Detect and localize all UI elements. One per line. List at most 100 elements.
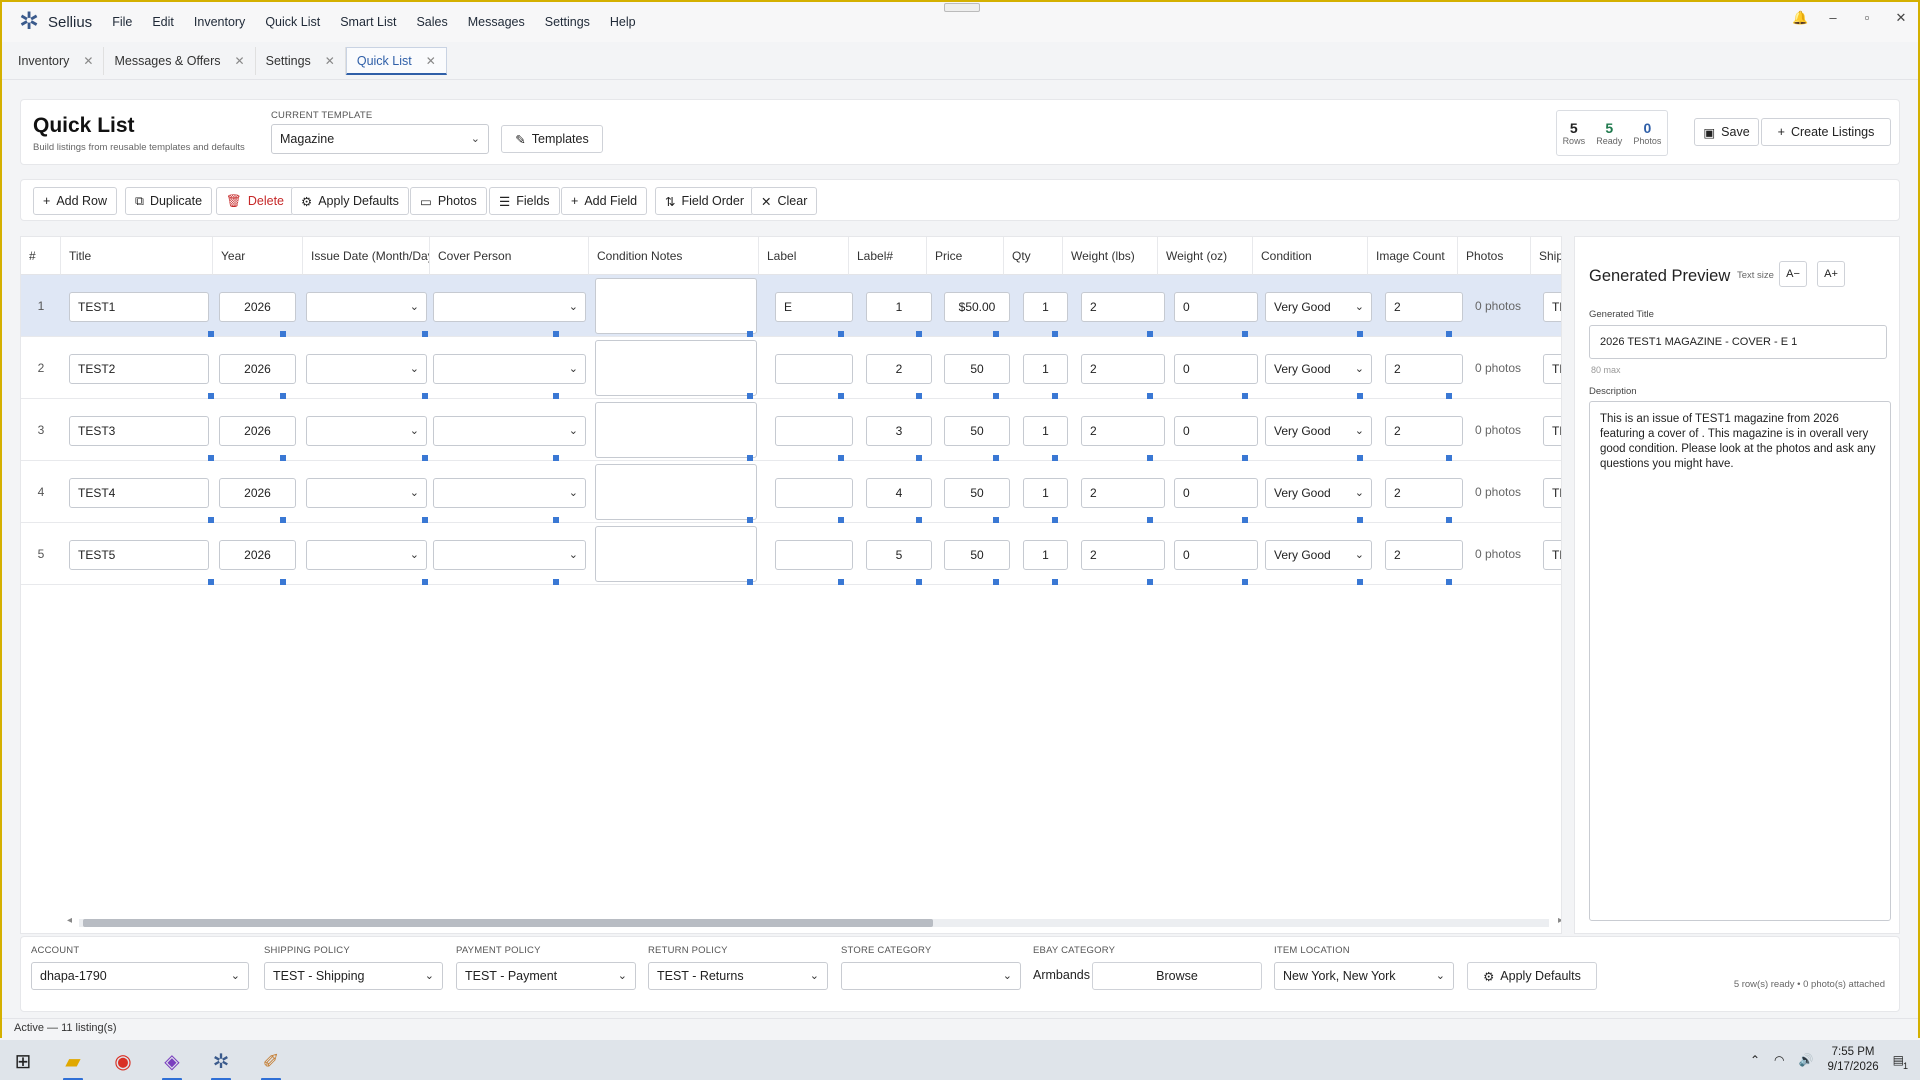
delete-button[interactable]: 🗑 Delete: [216, 187, 295, 215]
issue-date-select[interactable]: ⌄: [306, 292, 427, 322]
sellius-taskbar-icon[interactable]: ✲: [206, 1046, 236, 1080]
menu-inventory[interactable]: Inventory: [184, 15, 255, 29]
menu-file[interactable]: File: [102, 15, 142, 29]
resize-handle[interactable]: [838, 579, 844, 585]
label-input[interactable]: E: [775, 292, 853, 322]
notification-icon[interactable]: ▤ 1: [1893, 1053, 1908, 1071]
label-input[interactable]: [775, 478, 853, 508]
chevron-up-icon[interactable]: ⌃: [1750, 1053, 1760, 1067]
close-icon[interactable]: ✕: [235, 54, 245, 68]
price-input[interactable]: 50: [944, 540, 1010, 570]
resize-handle[interactable]: [747, 579, 753, 585]
menu-help[interactable]: Help: [600, 15, 646, 29]
minimize-icon[interactable]: –: [1826, 10, 1840, 26]
label-number-input[interactable]: 5: [866, 540, 932, 570]
year-input[interactable]: 2026: [219, 354, 296, 384]
fields-button[interactable]: ☰ Fields: [489, 187, 560, 215]
column-header-price[interactable]: Price: [927, 237, 1004, 275]
scroll-right-icon[interactable]: ▸: [1558, 915, 1561, 926]
condition-select[interactable]: Very Good ⌄: [1265, 354, 1372, 384]
shipping-input[interactable]: TEST - Shipping: [1543, 354, 1561, 384]
close-icon[interactable]: ✕: [83, 54, 93, 68]
resize-handle[interactable]: [208, 579, 214, 585]
weight-lbs-input[interactable]: 2: [1081, 354, 1165, 384]
cover-person-select[interactable]: ⌄: [433, 292, 586, 322]
scroll-thumb[interactable]: [83, 919, 933, 927]
shipping-input[interactable]: TEST - Shipping: [1543, 540, 1561, 570]
weight-oz-input[interactable]: 0: [1174, 478, 1258, 508]
photos-button[interactable]: ▭ Photos: [410, 187, 487, 215]
year-input[interactable]: 2026: [219, 292, 296, 322]
qty-input[interactable]: 1: [1023, 354, 1068, 384]
templates-button[interactable]: ✎ Templates: [501, 125, 603, 153]
label-input[interactable]: [775, 354, 853, 384]
table-row[interactable]: 3 TEST3 2026 ⌄ ⌄ 3 50 1 2 0 Very Good ⌄ 2 0 photos TES…: [21, 399, 1561, 461]
shipping-input[interactable]: TEST - Shipping: [1543, 416, 1561, 446]
create-listings-button[interactable]: + Create Listings: [1761, 118, 1891, 146]
title-input[interactable]: TEST5: [69, 540, 209, 570]
year-input[interactable]: 2026: [219, 416, 296, 446]
file-explorer-icon[interactable]: ▰: [58, 1046, 88, 1080]
issue-date-select[interactable]: ⌄: [306, 478, 427, 508]
shipping-policy-select[interactable]: TEST - Shipping ⌄: [264, 962, 443, 990]
tab-settings[interactable]: Settings ✕: [256, 47, 346, 75]
cover-person-select[interactable]: ⌄: [433, 354, 586, 384]
resize-handle[interactable]: [553, 579, 559, 585]
label-number-input[interactable]: 2: [866, 354, 932, 384]
label-input[interactable]: [775, 540, 853, 570]
label-number-input[interactable]: 3: [866, 416, 932, 446]
label-number-input[interactable]: 4: [866, 478, 932, 508]
clock[interactable]: 7:55 PM 9/17/2026: [1827, 1045, 1878, 1075]
maximize-icon[interactable]: ▫: [1860, 10, 1874, 26]
duplicate-button[interactable]: ⧉ Duplicate: [125, 187, 213, 215]
account-select[interactable]: dhapa-1790 ⌄: [31, 962, 249, 990]
weight-oz-input[interactable]: 0: [1174, 292, 1258, 322]
qty-input[interactable]: 1: [1023, 478, 1068, 508]
weight-oz-input[interactable]: 0: [1174, 540, 1258, 570]
column-header-year[interactable]: Year: [213, 237, 303, 275]
resize-handle[interactable]: [1242, 579, 1248, 585]
year-input[interactable]: 2026: [219, 478, 296, 508]
weight-oz-input[interactable]: 0: [1174, 416, 1258, 446]
issue-date-select[interactable]: ⌄: [306, 540, 427, 570]
decrease-text-size-button[interactable]: A−: [1779, 261, 1807, 287]
item-location-select[interactable]: New York, New York ⌄: [1274, 962, 1454, 990]
table-row[interactable]: 1 TEST1 2026 ⌄ ⌄ E 1 $50.00 1 2 0 Very Good ⌄ 2 0 phot…: [21, 275, 1561, 337]
resize-handle[interactable]: [993, 579, 999, 585]
menu-sales[interactable]: Sales: [406, 15, 457, 29]
label-number-input[interactable]: 1: [866, 292, 932, 322]
qty-input[interactable]: 1: [1023, 540, 1068, 570]
condition-notes-input[interactable]: [595, 402, 757, 458]
paint-icon[interactable]: ✐: [256, 1046, 286, 1080]
tab-messages-offers[interactable]: Messages & Offers ✕: [104, 47, 256, 75]
qty-input[interactable]: 1: [1023, 292, 1068, 322]
weight-lbs-input[interactable]: 2: [1081, 540, 1165, 570]
network-icon[interactable]: ◠: [1774, 1053, 1784, 1067]
column-header-number[interactable]: #: [21, 237, 61, 275]
description-textarea[interactable]: This is an issue of TEST1 magazine from …: [1589, 401, 1891, 921]
resize-handle[interactable]: [422, 579, 428, 585]
menu-smart-list[interactable]: Smart List: [330, 15, 406, 29]
condition-select[interactable]: Very Good ⌄: [1265, 540, 1372, 570]
weight-oz-input[interactable]: 0: [1174, 354, 1258, 384]
resize-handle[interactable]: [1052, 579, 1058, 585]
column-header-issue-date[interactable]: Issue Date (Month/Day): [303, 237, 430, 275]
close-icon[interactable]: ✕: [325, 54, 335, 68]
cover-person-select[interactable]: ⌄: [433, 416, 586, 446]
window-drag-handle[interactable]: [944, 3, 980, 12]
table-row[interactable]: 2 TEST2 2026 ⌄ ⌄ 2 50 1 2 0 Very Good ⌄ 2 0 photos TES…: [21, 337, 1561, 399]
weight-lbs-input[interactable]: 2: [1081, 416, 1165, 446]
year-input[interactable]: 2026: [219, 540, 296, 570]
save-button[interactable]: ▣ Save: [1694, 118, 1759, 146]
tab-quick-list[interactable]: Quick List ✕: [345, 47, 447, 75]
menu-edit[interactable]: Edit: [142, 15, 184, 29]
weight-lbs-input[interactable]: 2: [1081, 478, 1165, 508]
windows-start-icon[interactable]: ⊞: [8, 1046, 38, 1076]
condition-notes-input[interactable]: [595, 340, 757, 396]
template-select[interactable]: Magazine ⌄: [271, 124, 489, 154]
weight-lbs-input[interactable]: 2: [1081, 292, 1165, 322]
menu-messages[interactable]: Messages: [458, 15, 535, 29]
footer-apply-defaults-button[interactable]: ⚙ Apply Defaults: [1467, 962, 1597, 990]
label-input[interactable]: [775, 416, 853, 446]
column-header-label-number[interactable]: Label#: [849, 237, 927, 275]
